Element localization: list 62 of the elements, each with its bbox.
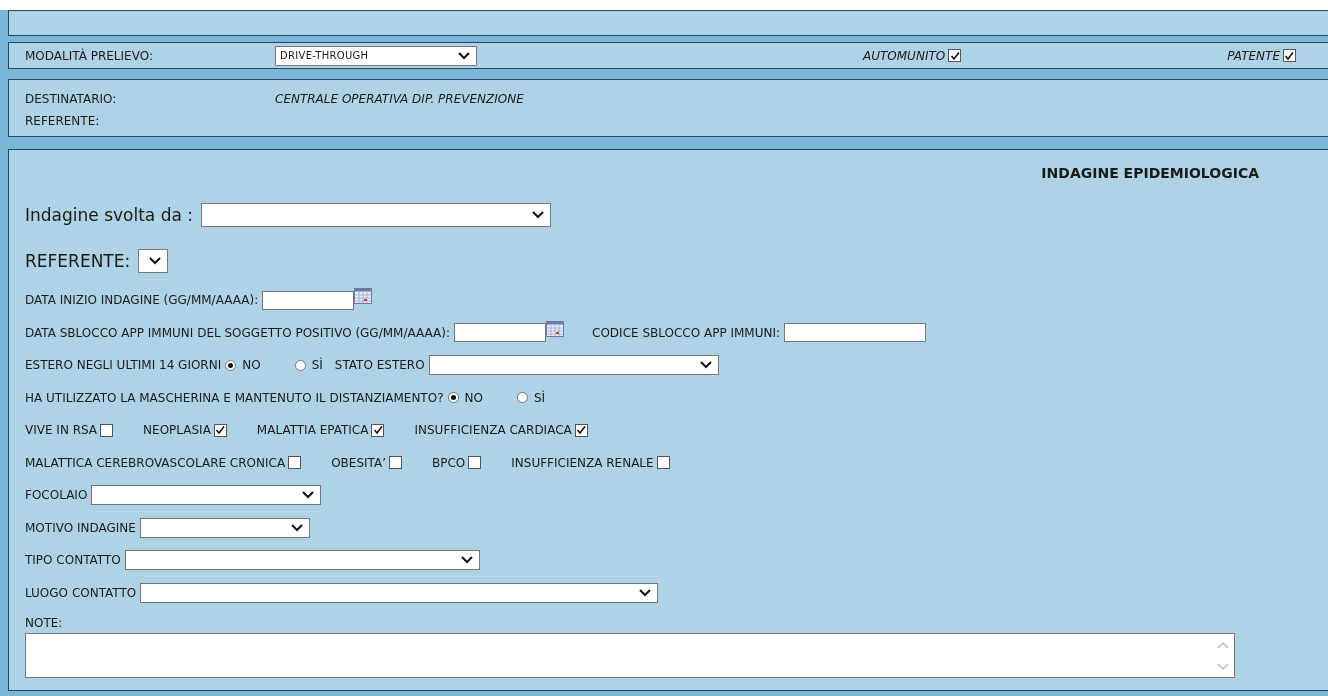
radio-label: SÌ (311, 358, 323, 373)
section-title: INDAGINE EPIDEMIOLOGICA (1041, 165, 1259, 181)
checkbox-label: AUTOMUNITO (863, 48, 946, 63)
radio-label: NO (464, 390, 483, 405)
field-label: LUOGO CONTATTO (25, 585, 137, 600)
radio-button[interactable] (516, 392, 528, 404)
field-label: REFERENTE: (25, 114, 100, 128)
recipient-value: CENTRALE OPERATIVA DIP. PREVENZIONE (275, 92, 524, 106)
notes-field[interactable] (25, 633, 1235, 678)
date-field[interactable] (262, 290, 355, 310)
checkbox[interactable] (288, 456, 302, 470)
chevron-icon (149, 257, 162, 265)
calendar-icon[interactable] (354, 288, 373, 305)
checkbox[interactable] (574, 423, 588, 437)
field-label: CODICE SBLOCCO APP IMMUNI: (592, 325, 781, 340)
field-label: Indagine svolta da : (25, 205, 194, 225)
checkbox-label: INSUFFICIENZA RENALE (511, 455, 654, 470)
checkbox-label: VIVE IN RSA (25, 423, 98, 438)
chevron-icon (699, 361, 712, 370)
chevron-icon (290, 523, 303, 532)
field-label: REFERENTE: (25, 251, 131, 271)
field-label: MODALITÀ PRELIEVO: (25, 48, 154, 63)
field-label: DATA INIZIO INDAGINE (GG/MM/AAAA): (25, 293, 259, 308)
checkbox[interactable] (656, 456, 670, 470)
field-label: ESTERO NEGLI ULTIMI 14 GIORNI (25, 358, 222, 373)
field-label: TIPO CONTATTO (25, 553, 121, 568)
radio-button[interactable] (294, 359, 306, 371)
field-label: HA UTILIZZATO LA MASCHERINA E MANTENUTO IL DISTANZIAMENTO? (25, 390, 444, 405)
radio-label: NO (242, 358, 261, 373)
checkbox-label: MALATTIA EPATICA (256, 423, 369, 438)
field-label: DESTINATARIO: (25, 92, 118, 106)
checkbox[interactable] (389, 456, 402, 470)
dropdown[interactable] (138, 249, 169, 273)
field-label: DATA SBLOCCO APP IMMUNI DEL SOGGETTO POSITIVO (GG/MM/AAAA): (25, 325, 451, 340)
chevron-icon (460, 556, 473, 565)
mode-select[interactable]: DRIVE-THROUGH (275, 45, 477, 66)
field-label: STATO ESTERO (334, 358, 425, 373)
field-label: NOTE: (25, 616, 63, 630)
checkbox[interactable] (1283, 49, 1296, 62)
chevron-icon (458, 51, 470, 60)
checkbox-label: OBESITA’ (331, 455, 386, 470)
checkbox[interactable] (948, 49, 962, 62)
checkbox-label: PATENTE (1227, 48, 1280, 63)
checkbox-label: NEOPLASIA (143, 423, 211, 438)
checkbox[interactable] (100, 423, 114, 437)
chevron-icon (639, 588, 652, 597)
radio-label: SÌ (533, 390, 546, 405)
checkbox[interactable] (468, 456, 482, 470)
field-label: MOTIVO INDAGINE (25, 520, 136, 535)
checkbox-label: INSUFFICIENZA CARDIACA (414, 423, 572, 438)
field-label: FOCOLAIO (25, 488, 88, 503)
code-field[interactable] (784, 323, 927, 343)
calendar-icon[interactable] (546, 320, 565, 337)
checkbox-label: MALATTICA CEREBROVASCOLARE CRONICA (25, 455, 286, 470)
radio-button[interactable] (447, 392, 459, 404)
radio-button[interactable] (225, 359, 237, 371)
checkbox-label: BPCO (432, 455, 466, 470)
chevron-icon (302, 491, 315, 500)
checkbox[interactable] (371, 423, 385, 437)
checkbox[interactable] (213, 423, 227, 437)
date-field[interactable] (454, 323, 547, 343)
chevron-icon (532, 211, 545, 219)
